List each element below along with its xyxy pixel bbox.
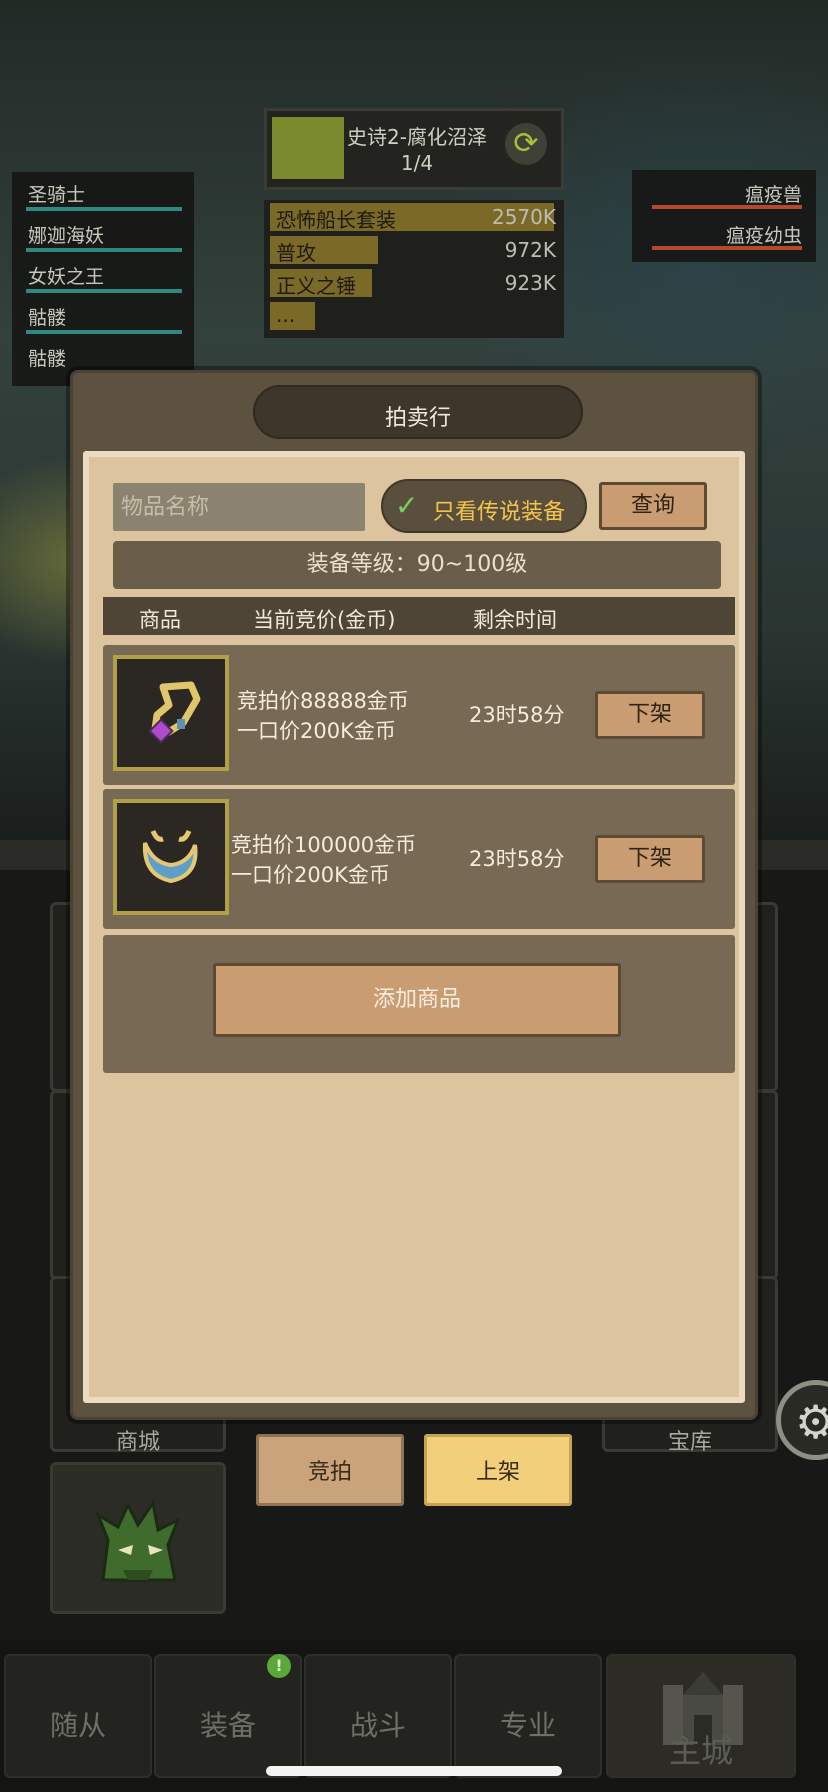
hp-bar [26,207,182,211]
damage-value: 2570K [491,205,556,229]
team-member-name: 娜迦海妖 [28,225,105,247]
hero-portrait[interactable] [50,1462,226,1614]
nav-profession[interactable]: 专业 [454,1654,602,1778]
enemy-name: 瘟疫幼虫 [725,225,802,247]
legend-only-label: 只看传说装备 [433,500,566,525]
table-row: 竞拍价88888金币 一口价200K金币 23时58分 下架 [103,645,735,785]
check-icon: ✓ [395,489,419,522]
enemy-hp-bar [652,246,802,250]
remaining-time: 23时58分 [469,703,565,727]
stage-box: 史诗2-腐化沼泽 1/4 ⟳ [264,108,564,190]
column-item: 商品 [139,608,181,632]
unlist-button[interactable]: 下架 [595,835,705,883]
damage-name: 正义之锤 [276,274,356,298]
modal-content: ✓ 只看传说装备 查询 装备等级：90~100级 商品 当前竞价(金币) 剩余时… [83,451,745,1403]
team-member-name: 骷髅 [28,307,67,329]
damage-name: ... [276,303,296,327]
nav-equip-label: 装备 [199,1709,256,1742]
team-member-name: 骷髅 [28,348,67,370]
shop-label: 商城 [115,1430,160,1455]
nav-battle-label: 战斗 [349,1709,406,1742]
damage-name: 恐怖船长套装 [276,208,396,232]
level-filter[interactable]: 装备等级：90~100级 [113,541,721,589]
vault-label: 宝库 [667,1430,712,1455]
hp-bar [26,289,182,293]
team-member-name: 女妖之王 [28,266,105,288]
add-item-button[interactable]: 添加商品 [213,963,621,1037]
damage-row: 正义之锤 923K [264,266,564,299]
damage-row: 恐怖船长套装 2570K [264,200,564,233]
bid-price: 竞拍价100000金币 [231,833,417,857]
home-indicator[interactable] [266,1766,562,1776]
nav-main-city-label: 主城 [668,1732,733,1770]
team-member: 女妖之王 [12,254,194,295]
enemy-name: 瘟疫兽 [744,184,802,206]
damage-value: 972K [504,238,556,262]
damage-list: 恐怖船长套装 2570K 普攻 972K 正义之锤 923K ... [264,200,564,338]
table-header: 商品 当前竞价(金币) 剩余时间 [103,597,735,635]
nav-battle[interactable]: 战斗 [304,1654,452,1778]
unlist-button[interactable]: 下架 [595,691,705,739]
enemy-member: 瘟疫幼虫 [632,211,816,252]
dragon-icon [94,1499,181,1582]
necklace-icon [142,830,198,884]
team-member: 娜迦海妖 [12,213,194,254]
amulet-icon [148,681,201,744]
legend-only-toggle[interactable]: ✓ 只看传说装备 [381,479,587,533]
hp-bar [26,248,182,252]
add-item-area: 添加商品 [103,935,735,1073]
notification-badge: ! [267,1654,291,1678]
team-member: 骷髅 [12,295,194,336]
enemy-hp-bar [652,205,802,209]
remaining-time: 23时58分 [469,847,565,871]
buyout-price: 一口价200K金币 [231,863,390,887]
refresh-icon[interactable]: ⟳ [505,123,547,165]
query-button[interactable]: 查询 [599,482,707,530]
column-time: 剩余时间 [473,608,557,632]
damage-name: 普攻 [276,241,316,265]
nav-follower-label: 随从 [49,1709,106,1742]
damage-row: 普攻 972K [264,233,564,266]
hp-bar [26,330,182,334]
enemy-panel: 瘟疫兽 瘟疫幼虫 [632,170,816,262]
item-name-input[interactable] [113,483,365,531]
buyout-price: 一口价200K金币 [237,719,396,743]
nav-main-city[interactable]: 主城 [606,1654,796,1778]
auction-modal: 拍卖行 ✓ 只看传说装备 查询 装备等级：90~100级 商品 当前竞价(金币)… [70,370,758,1420]
enemy-member: 瘟疫兽 [632,170,816,211]
gear-icon: ⚙ [795,1395,828,1449]
bid-price: 竞拍价88888金币 [237,689,409,713]
team-left-panel: 圣骑士 娜迦海妖 女妖之王 骷髅 骷髅 [12,172,194,386]
tab-list[interactable]: 上架 [424,1434,572,1506]
modal-header: 拍卖行 [253,385,583,439]
damage-value: 923K [504,271,556,295]
nav-follower[interactable]: 随从 [4,1654,152,1778]
item-slot[interactable] [113,799,229,915]
team-member-name: 圣骑士 [28,184,86,206]
damage-row: ... [264,299,564,332]
table-row: 竞拍价100000金币 一口价200K金币 23时58分 下架 [103,789,735,929]
team-member: 圣骑士 [12,172,194,213]
nav-profession-label: 专业 [499,1709,556,1742]
tab-bid[interactable]: 竞拍 [256,1434,404,1506]
column-price: 当前竞价(金币) [253,608,396,632]
item-slot[interactable] [113,655,229,771]
modal-title: 拍卖行 [384,406,451,431]
